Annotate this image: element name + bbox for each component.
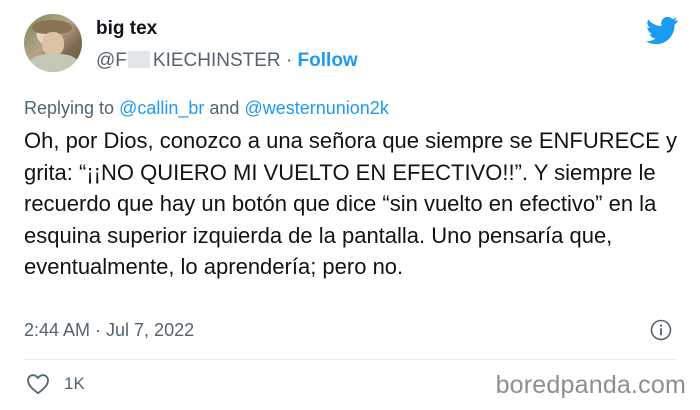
mention-callin[interactable]: @callin_br — [119, 98, 204, 118]
handle-row: @F KIECHINSTER · Follow — [96, 50, 358, 72]
twitter-bird-icon[interactable] — [646, 16, 678, 44]
replying-to: Replying to @callin_br and @westernunion… — [24, 98, 389, 119]
divider — [24, 359, 676, 360]
avatar-shirt — [30, 54, 78, 72]
replying-to-and: and — [209, 98, 240, 118]
replying-to-prefix: Replying to — [24, 98, 115, 118]
handle-suffix[interactable]: KIECHINSTER — [153, 50, 281, 71]
handle-prefix[interactable]: @F — [96, 50, 127, 71]
avatar[interactable] — [24, 14, 82, 72]
avatar-face — [42, 32, 64, 56]
follow-button[interactable]: Follow — [298, 50, 358, 71]
watermark: boredpanda.com — [495, 371, 686, 399]
tweet-text: Oh, por Dios, conozco a una señora que s… — [24, 128, 677, 279]
info-icon[interactable] — [650, 319, 672, 341]
handle-censor-box — [127, 51, 150, 68]
like-count[interactable]: 1K — [64, 374, 85, 394]
display-name[interactable]: big tex — [96, 18, 157, 40]
tweet-timestamp[interactable]: 2:44 AM · Jul 7, 2022 — [24, 320, 194, 341]
heart-icon[interactable] — [26, 373, 50, 395]
handle-separator: · — [285, 50, 293, 71]
mention-westernunion[interactable]: @westernunion2k — [244, 98, 388, 118]
